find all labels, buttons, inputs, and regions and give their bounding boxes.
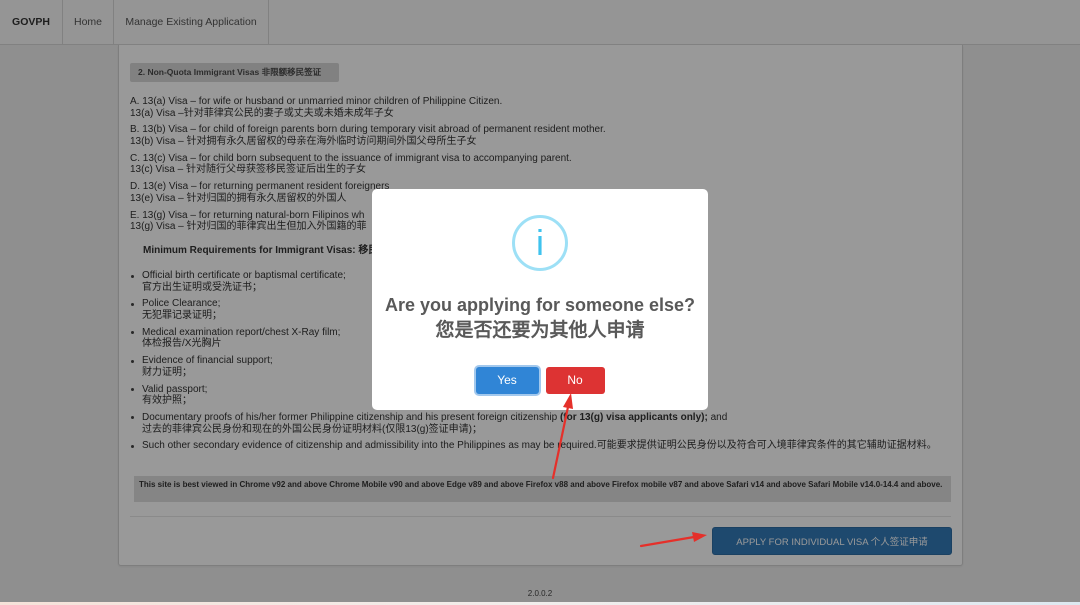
dialog-title: Are you applying for someone else? 您是否还要… [372,292,708,344]
dialog-title-zh: 您是否还要为其他人申请 [435,320,645,341]
info-icon-glyph: i [536,222,544,263]
dialog-actions: Yes No [372,367,708,394]
no-button[interactable]: No [545,367,605,394]
yes-button[interactable]: Yes [475,367,539,394]
confirm-dialog: i Are you applying for someone else? 您是否… [372,189,708,410]
dialog-title-en: Are you applying for someone else? [384,295,696,315]
info-icon: i [512,215,568,271]
